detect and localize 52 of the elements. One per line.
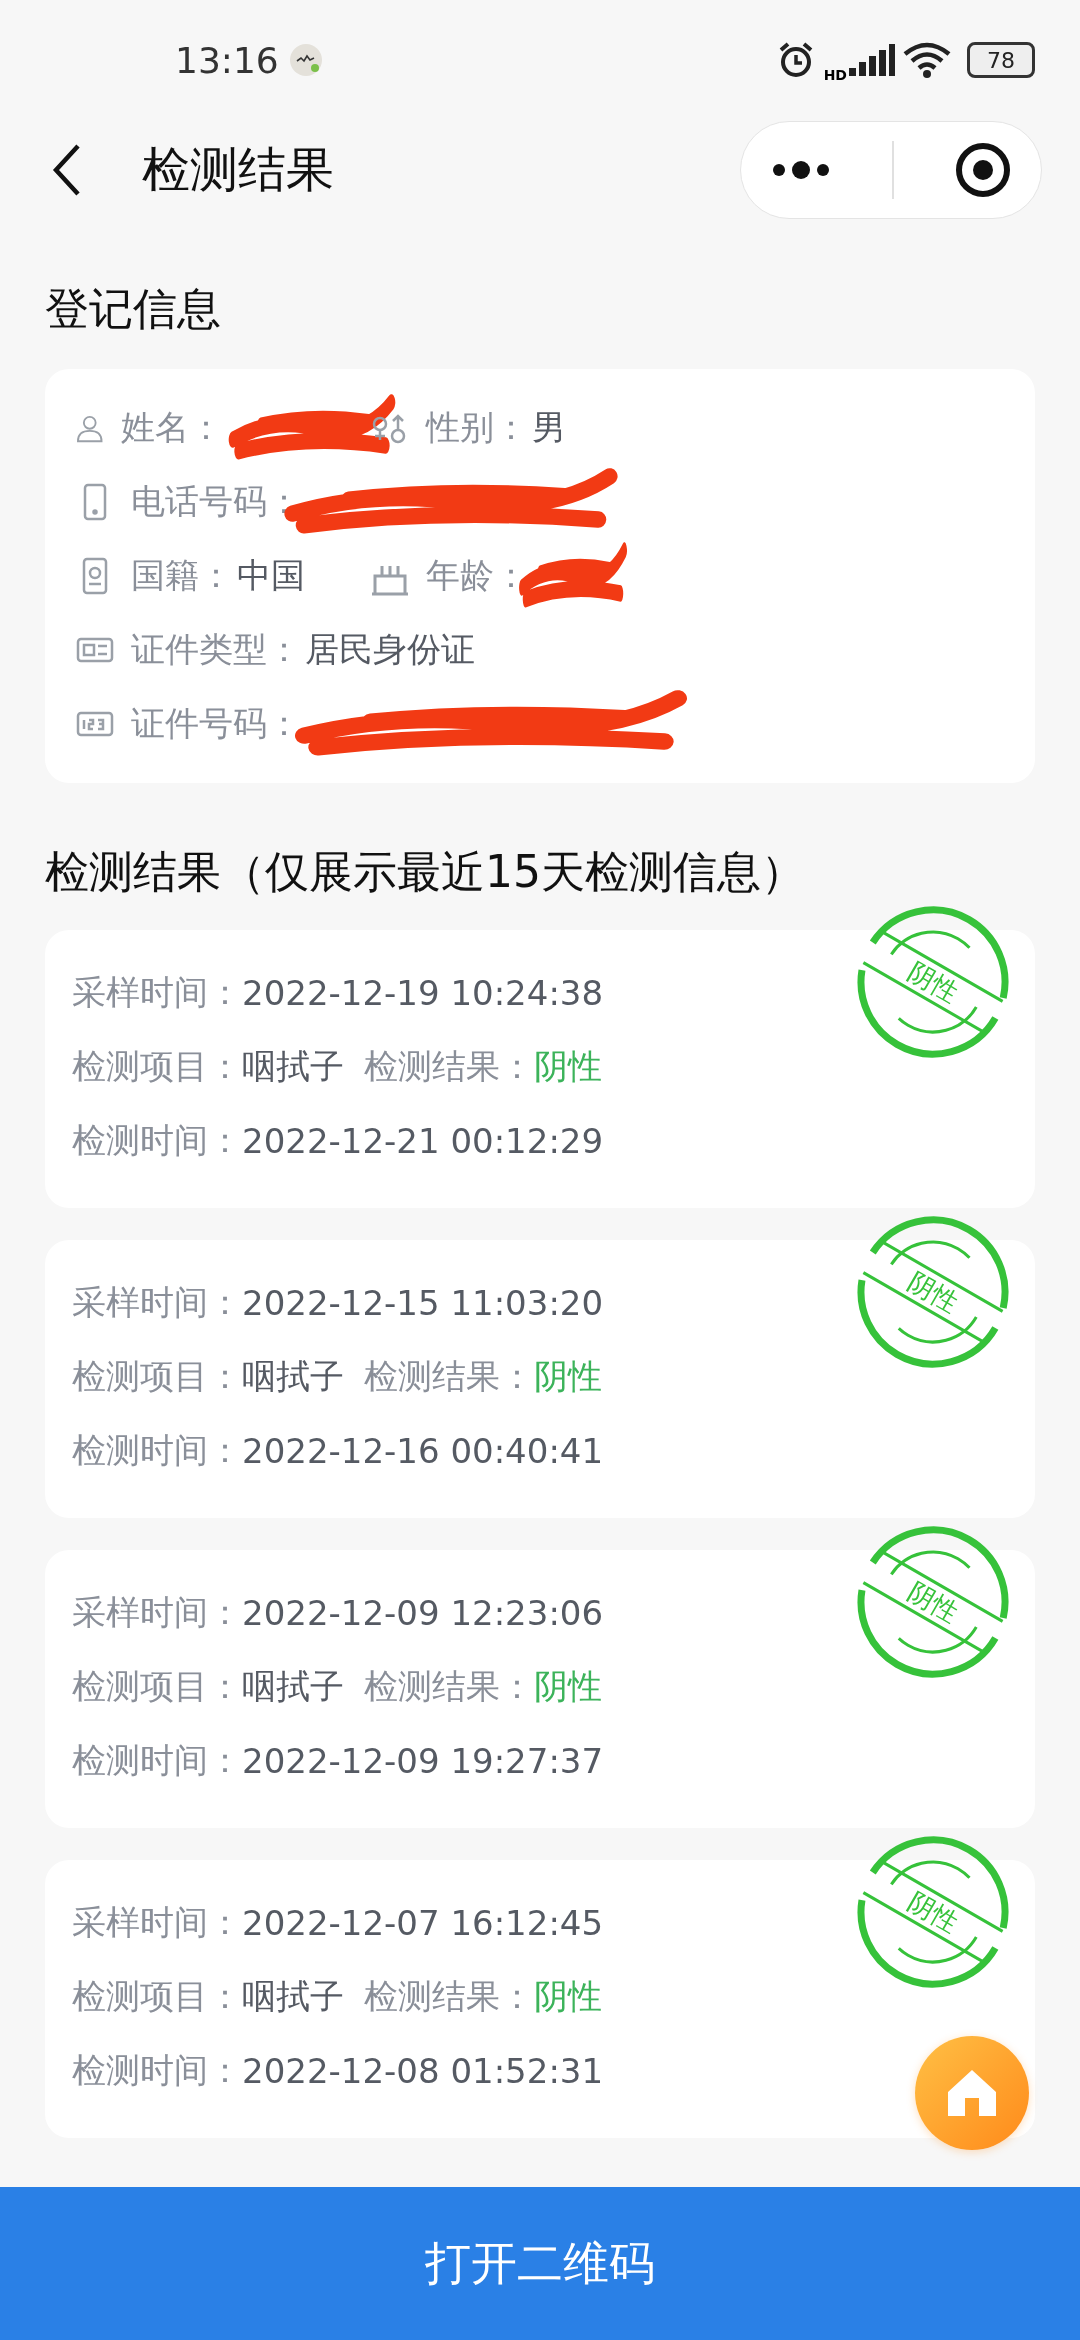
- field-value: 2022-12-19 10:24:38: [242, 973, 604, 1013]
- network-type-label: HD: [823, 67, 847, 83]
- result-value: 阴性: [534, 1975, 602, 2018]
- field-label: 检测结果：: [364, 1045, 534, 1088]
- field-value: 居民身份证: [305, 628, 475, 671]
- field-label: 性别：: [426, 406, 528, 449]
- field-label: 采样时间：: [72, 971, 242, 1014]
- stamp-text: 阴性: [902, 1884, 965, 1940]
- field-value: 2022-12-07 16:12:45: [242, 1903, 604, 1943]
- result-value: 阴性: [534, 1665, 602, 1708]
- field-label: 姓名：: [120, 406, 223, 449]
- field-label: 采样时间：: [72, 1281, 242, 1324]
- field-label: 证件号码：: [131, 702, 301, 745]
- stamp-text: 阴性: [902, 1264, 965, 1320]
- field-label: 采样时间：: [72, 1591, 242, 1634]
- field-label: 检测结果：: [364, 1665, 534, 1708]
- field-label: 检测结果：: [364, 1975, 534, 2018]
- field-value: 2022-12-09 19:27:37: [242, 1741, 604, 1781]
- field-value: 男: [532, 406, 566, 449]
- field-label: 检测时间：: [72, 1739, 242, 1782]
- battery-icon: 78: [967, 42, 1035, 78]
- field-label: 检测项目：: [72, 1045, 242, 1088]
- field-value: 2022-12-08 01:52:31: [242, 2051, 604, 2091]
- field-value: 咽拭子: [242, 1665, 344, 1708]
- field-label: 证件类型：: [131, 628, 301, 671]
- open-qr-code-button[interactable]: 打开二维码: [0, 2187, 1080, 2340]
- field-label: 采样时间：: [72, 1901, 242, 1944]
- field-value: 咽拭子: [242, 1355, 344, 1398]
- result-value: 阴性: [534, 1045, 602, 1088]
- field-label: 检测结果：: [364, 1355, 534, 1398]
- field-value: 咽拭子: [242, 1045, 344, 1088]
- field-label: 检测项目：: [72, 1975, 242, 2018]
- field-value: 2022-12-09 12:23:06: [242, 1593, 604, 1633]
- field-label: 年龄：: [426, 554, 528, 597]
- section-title: 检测结果（仅展示最近15天检测信息）: [44, 845, 806, 899]
- section-title: 登记信息: [44, 282, 222, 336]
- field-value: 2022-12-16 00:40:41: [242, 1431, 604, 1471]
- stamp-text: 阴性: [902, 954, 965, 1010]
- field-label: 检测时间：: [72, 1119, 242, 1162]
- field-value: 中国: [237, 554, 305, 597]
- stamp-text: 阴性: [902, 1574, 965, 1630]
- field-label: 检测时间：: [72, 1429, 242, 1472]
- field-label: 检测项目：: [72, 1665, 242, 1708]
- field-value: 咽拭子: [242, 1975, 344, 2018]
- page-title: 检测结果: [142, 140, 335, 199]
- field-value: 2022-12-21 00:12:29: [242, 1121, 604, 1161]
- field-label: 国籍：: [131, 554, 233, 597]
- clock-time: 13:16: [175, 39, 279, 81]
- field-label: 检测时间：: [72, 2049, 242, 2092]
- field-label: 检测项目：: [72, 1355, 242, 1398]
- field-value: 2022-12-15 11:03:20: [242, 1283, 604, 1323]
- result-value: 阴性: [534, 1355, 602, 1398]
